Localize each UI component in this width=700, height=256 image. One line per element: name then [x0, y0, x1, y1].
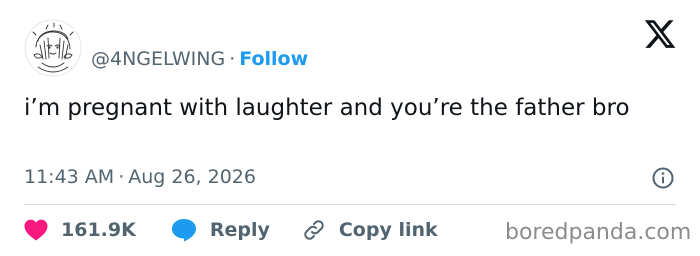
user-handle[interactable]: @4NGELWING [91, 48, 225, 70]
avatar[interactable] [24, 19, 82, 77]
timestamp-separator: · [118, 166, 125, 188]
speech-bubble-icon [171, 219, 196, 242]
tweet-timestamp[interactable]: 11:43 AM · Aug 26, 2026 [24, 165, 256, 189]
info-icon[interactable] [651, 166, 675, 190]
tweet-time: 11:43 AM [24, 166, 115, 188]
actions-divider [24, 204, 676, 205]
avatar-sketch-image [24, 19, 82, 77]
link-icon [304, 220, 324, 240]
copy-link-label: Copy link [338, 219, 438, 241]
header-separator: · [229, 48, 236, 70]
watermark: boredpanda.com [505, 220, 692, 245]
reply-button[interactable]: Reply [171, 218, 270, 242]
tweet-text: i’m pregnant with laughter and you’re th… [24, 95, 630, 121]
heart-icon [24, 219, 48, 241]
tweet-date: Aug 26, 2026 [128, 166, 256, 188]
like-button[interactable]: 161.9K [24, 219, 136, 241]
tweet-header: @4NGELWING · Follow [91, 47, 308, 71]
tweet-actions: 161.9K Reply Copy link [24, 216, 438, 244]
x-logo-icon[interactable] [643, 17, 677, 51]
reply-label: Reply [209, 219, 270, 241]
follow-button[interactable]: Follow [239, 48, 308, 70]
like-count: 161.9K [61, 219, 136, 241]
copy-link-button[interactable]: Copy link [302, 218, 438, 242]
